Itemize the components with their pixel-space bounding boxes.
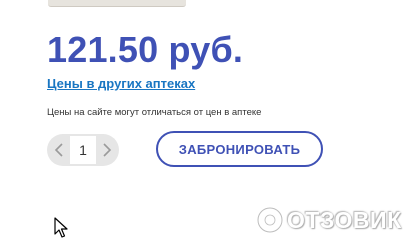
price-disclaimer: Цены на сайте могут отличаться от цен в … <box>47 107 262 118</box>
otzovik-logo-icon <box>256 206 284 234</box>
product-price: 121.50 руб. <box>47 29 244 70</box>
otzovik-watermark: ОТЗОВИК <box>255 205 402 235</box>
watermark-text: ОТЗОВИК <box>287 206 402 233</box>
quantity-input[interactable] <box>70 136 96 164</box>
other-pharmacies-link[interactable]: Цены в других аптеках <box>47 76 195 91</box>
decrement-button[interactable] <box>47 134 71 166</box>
reserve-button[interactable]: ЗАБРОНИРОВАТЬ <box>156 131 323 167</box>
chevron-right-icon <box>103 143 112 157</box>
chevron-left-icon <box>54 143 63 157</box>
product-image-edge <box>48 0 186 7</box>
mouse-cursor-icon <box>54 217 68 238</box>
increment-button[interactable] <box>95 134 119 166</box>
quantity-stepper <box>47 134 119 166</box>
